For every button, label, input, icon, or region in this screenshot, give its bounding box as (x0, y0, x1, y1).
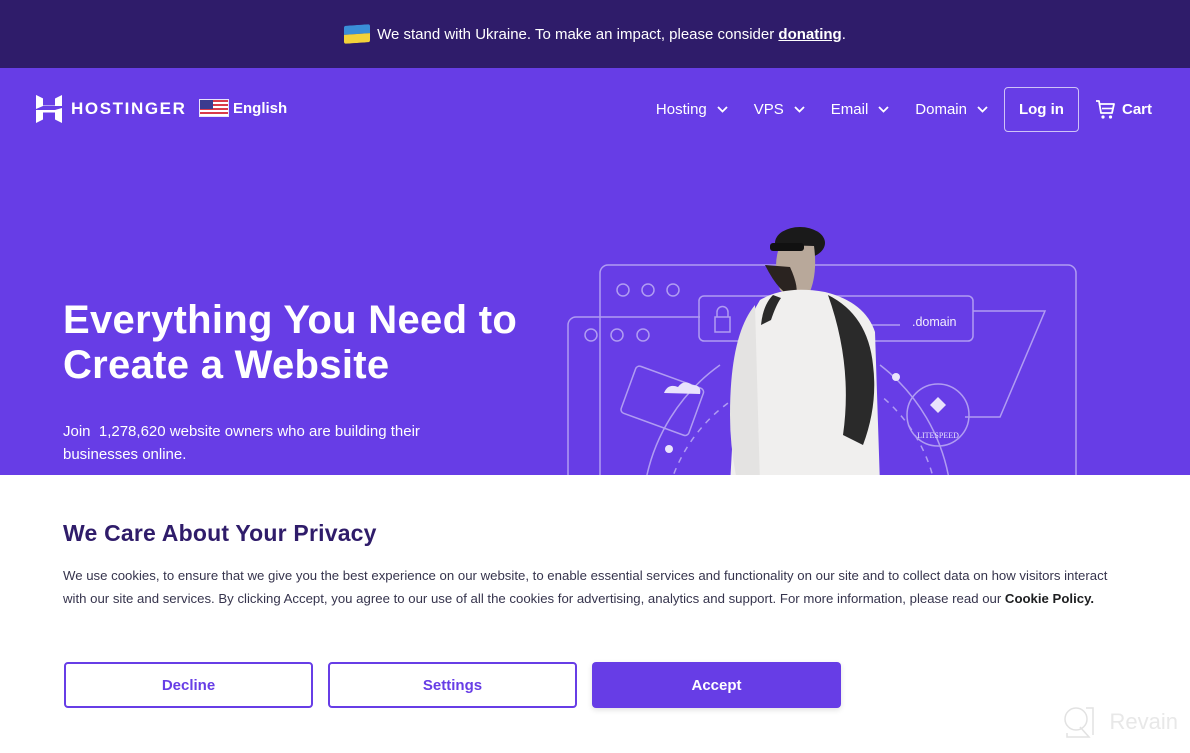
hero-headline: Everything You Need to Create a Website (63, 298, 517, 388)
hero-section: HOSTINGER English Hosting VPS Email Doma… (0, 68, 1190, 475)
nav-item-vps[interactable]: VPS (754, 101, 805, 118)
litespeed-label: LITESPEED (917, 431, 959, 440)
revain-watermark: Revain (1062, 705, 1178, 739)
litespeed-icon (930, 397, 946, 413)
chevron-down-icon (878, 106, 889, 113)
banner-text: We stand with Ukraine. To make an impact… (377, 25, 779, 43)
accept-button[interactable]: Accept (592, 662, 841, 708)
main-nav: HOSTINGER English Hosting VPS Email Doma… (0, 68, 1190, 150)
ukraine-banner: We stand with Ukraine. To make an impact… (0, 0, 1190, 68)
nav-menu: Hosting VPS Email Domain Log in Cart (656, 87, 1152, 132)
brand-name: HOSTINGER (71, 99, 187, 118)
headline-line: Create a Website (63, 343, 390, 387)
chevron-down-icon (794, 106, 805, 113)
decline-button[interactable]: Decline (64, 662, 313, 708)
revain-label: Revain (1109, 709, 1178, 734)
hero-subtitle: Join 1,278,620 website owners who are bu… (63, 420, 463, 466)
hero-illustration: LITESPEED .domain (567, 227, 1077, 475)
ukraine-flag-icon (344, 24, 371, 44)
cookie-title: We Care About Your Privacy (63, 520, 377, 546)
domain-label: .domain (912, 315, 957, 329)
lock-icon (714, 305, 731, 333)
revain-logo-icon (1063, 707, 1094, 738)
cart-icon (1095, 100, 1115, 119)
headline-line: Everything You Need to (63, 298, 518, 342)
cloud-icon (664, 382, 701, 394)
cookie-description: We use cookies, to ensure that we give y… (63, 565, 1123, 610)
nav-item-label: Domain (915, 101, 967, 118)
hostinger-logo-icon (36, 95, 62, 123)
sub-prefix: Join (63, 423, 95, 440)
banner-suffix: . (841, 25, 846, 43)
cookie-body-text: We use cookies, to ensure that we give y… (63, 568, 1108, 606)
login-button[interactable]: Log in (1003, 87, 1079, 132)
cart-label: Cart (1121, 101, 1152, 118)
donating-link[interactable]: donating (778, 26, 841, 43)
person-photo (730, 227, 880, 475)
cart-button[interactable]: Cart (1095, 99, 1152, 120)
nav-item-label: VPS (753, 101, 784, 118)
chevron-down-icon (717, 106, 728, 113)
nav-item-label: Email (830, 101, 869, 118)
nav-item-label: Hosting (655, 101, 707, 118)
user-count: 1,278,620 (98, 423, 166, 440)
settings-button[interactable]: Settings (328, 662, 577, 708)
cookie-consent-banner: We Care About Your Privacy We use cookie… (0, 475, 1190, 753)
hostinger-logo[interactable]: HOSTINGER (36, 95, 186, 123)
language-selector[interactable]: English (199, 99, 287, 117)
nav-item-hosting[interactable]: Hosting (656, 101, 728, 118)
us-flag-icon (199, 99, 229, 117)
nav-item-email[interactable]: Email (831, 101, 890, 118)
chevron-down-icon (977, 106, 988, 113)
nav-item-domain[interactable]: Domain (915, 101, 988, 118)
language-label: English (233, 99, 288, 117)
cookie-policy-link[interactable]: Cookie Policy. (1005, 591, 1094, 606)
cloudflare-card (620, 365, 705, 437)
